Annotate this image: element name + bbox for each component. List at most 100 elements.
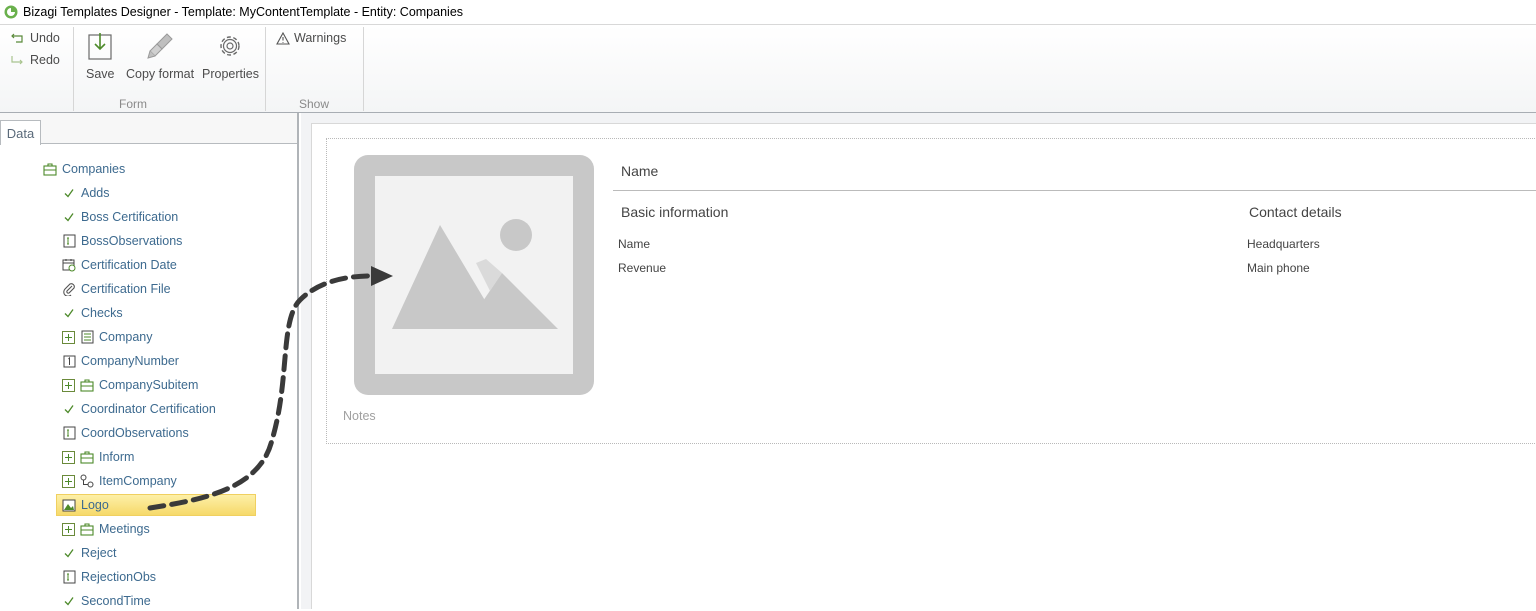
undo-label: Undo xyxy=(30,31,60,45)
bizagi-logo-icon xyxy=(4,5,18,19)
tree-item-label: CoordObservations xyxy=(81,426,189,440)
ribbon-separator xyxy=(73,27,74,111)
tree-item-label: Certification File xyxy=(81,282,171,296)
data-panel: Data Companies Adds Boss Certification Bos… xyxy=(0,113,299,609)
field-name[interactable]: Name xyxy=(618,237,650,251)
tree-item-company[interactable]: Company xyxy=(62,327,153,347)
calendar-icon xyxy=(62,258,76,272)
name-underline xyxy=(613,190,1536,191)
tree-item-rejectionobs[interactable]: RejectionObs xyxy=(62,567,156,587)
warning-icon xyxy=(276,31,290,45)
entity-icon xyxy=(80,450,94,464)
expand-icon[interactable] xyxy=(62,330,75,344)
expand-icon[interactable] xyxy=(62,378,75,392)
tree-item-certification-file[interactable]: Certification File xyxy=(62,279,171,299)
save-icon xyxy=(88,33,112,60)
tree-item-label: Reject xyxy=(81,546,117,560)
tree-item-companynumber[interactable]: CompanyNumber xyxy=(62,351,179,371)
check-icon xyxy=(62,186,76,200)
form-container[interactable]: Notes Name Basic information Name Revenu… xyxy=(326,138,1536,444)
text-field-icon xyxy=(62,426,76,440)
tree-item-meetings[interactable]: Meetings xyxy=(62,519,150,539)
tree-item-bossobservations[interactable]: BossObservations xyxy=(62,231,182,251)
ribbon-separator xyxy=(265,27,266,111)
tree-item-label: RejectionObs xyxy=(81,570,157,584)
tree-item-coordinator-certification[interactable]: Coordinator Certification xyxy=(62,399,216,419)
tree-item-label: BossObservations xyxy=(81,234,183,248)
warnings-label: Warnings xyxy=(294,31,347,45)
relation-icon xyxy=(80,474,94,488)
entity-icon xyxy=(80,522,94,536)
check-icon xyxy=(62,306,76,320)
check-icon xyxy=(62,546,76,560)
tree-item-itemcompany[interactable]: ItemCompany xyxy=(62,471,177,491)
tree-item-label: Meetings xyxy=(99,522,150,536)
properties-label: Properties xyxy=(202,67,259,81)
tree-item-label: Company xyxy=(99,330,153,344)
field-headquarters[interactable]: Headquarters xyxy=(1247,237,1320,251)
tree-item-label: ItemCompany xyxy=(99,474,177,488)
tree-item-boss-certification[interactable]: Boss Certification xyxy=(62,207,178,227)
design-canvas: Notes Name Basic information Name Revenu… xyxy=(301,113,1536,609)
expand-icon[interactable] xyxy=(62,474,75,488)
paperclip-icon xyxy=(62,282,76,296)
tree-item-coordobservations[interactable]: CoordObservations xyxy=(62,423,189,443)
expand-icon[interactable] xyxy=(62,450,75,464)
expand-icon[interactable] xyxy=(62,522,75,536)
ribbon-group-show: Show xyxy=(298,97,330,111)
tree-item-companysubitem[interactable]: CompanySubitem xyxy=(62,375,198,395)
text-field-icon xyxy=(62,570,76,584)
tree-item-label: Boss Certification xyxy=(81,210,179,224)
notes-label: Notes xyxy=(343,409,376,423)
text-field-icon xyxy=(62,234,76,248)
copy-format-label: Copy format xyxy=(126,67,195,81)
field-revenue[interactable]: Revenue xyxy=(618,261,666,275)
image-icon xyxy=(62,498,76,512)
window-title: Bizagi Templates Designer - Template: My… xyxy=(23,5,464,19)
tree-item-inform[interactable]: Inform xyxy=(62,447,134,467)
check-icon xyxy=(62,402,76,416)
field-main-phone[interactable]: Main phone xyxy=(1247,261,1310,275)
tab-data[interactable]: Data xyxy=(0,120,41,145)
tree-item-secondtime[interactable]: SecondTime xyxy=(62,591,151,611)
paintbrush-icon xyxy=(147,33,173,59)
name-title: Name xyxy=(621,163,659,179)
tree-item-label: Adds xyxy=(81,186,110,200)
redo-icon xyxy=(11,56,23,65)
entity-icon xyxy=(80,378,94,392)
tree-root-companies[interactable]: Companies xyxy=(43,159,125,179)
warnings-button[interactable]: Warnings xyxy=(276,31,346,45)
image-placeholder-icon[interactable] xyxy=(354,155,594,395)
ribbon: Undo Redo Save Copy format Properties Fo… xyxy=(0,24,1536,113)
tree-item-reject[interactable]: Reject xyxy=(62,543,116,563)
save-button[interactable]: Save xyxy=(86,31,115,81)
ribbon-separator xyxy=(363,27,364,111)
number-icon xyxy=(62,354,76,368)
panel-tabstrip: Data xyxy=(0,113,297,145)
tree-item-certification-date[interactable]: Certification Date xyxy=(62,255,177,275)
tree-item-label: Inform xyxy=(99,450,135,464)
tree-item-label: Logo xyxy=(81,498,109,512)
tree-item-logo[interactable]: Logo xyxy=(56,494,256,516)
gear-icon xyxy=(220,36,241,56)
tree-item-label: Checks xyxy=(81,306,123,320)
tree-root-label: Companies xyxy=(62,162,126,176)
ribbon-group-form: Form xyxy=(119,97,147,111)
undo-button[interactable]: Undo xyxy=(10,31,60,45)
entity-icon xyxy=(43,162,57,176)
contact-details-title: Contact details xyxy=(1249,204,1342,220)
tree-item-adds[interactable]: Adds xyxy=(62,183,110,203)
copy-format-button[interactable]: Copy format xyxy=(126,31,194,81)
tree-item-label: SecondTime xyxy=(81,594,151,608)
tree-item-checks[interactable]: Checks xyxy=(62,303,123,323)
properties-button[interactable]: Properties xyxy=(202,31,259,81)
save-label: Save xyxy=(86,67,115,81)
redo-label: Redo xyxy=(30,53,60,67)
redo-button[interactable]: Redo xyxy=(10,53,60,67)
tree-item-label: Certification Date xyxy=(81,258,177,272)
form-icon xyxy=(80,330,94,344)
check-icon xyxy=(62,210,76,224)
undo-icon xyxy=(11,33,23,43)
tree-item-label: Coordinator Certification xyxy=(81,402,216,416)
form-page: Notes Name Basic information Name Revenu… xyxy=(311,123,1536,609)
